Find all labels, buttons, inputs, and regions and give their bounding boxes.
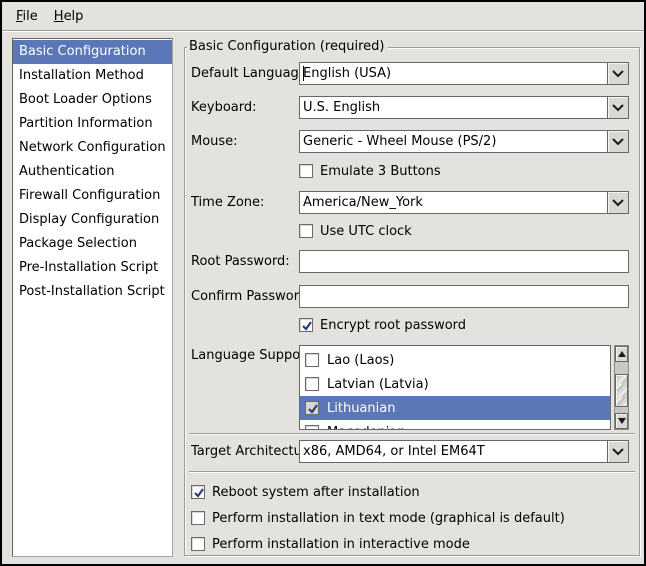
list-item-lithuanian[interactable]: Lithuanian	[300, 396, 610, 420]
menu-help[interactable]: Help	[46, 5, 92, 28]
triangle-up-icon	[618, 351, 626, 357]
time-zone-value: America/New_York	[303, 195, 423, 210]
target-architecture-dropdown-button[interactable]	[607, 440, 629, 463]
keyboard-combobox[interactable]: U.S. English	[299, 96, 629, 119]
check-icon	[301, 320, 313, 332]
encrypt-root-password-checkbox[interactable]: Encrypt root password	[299, 317, 466, 333]
list-item-macedonian[interactable]: Macedonian	[300, 420, 610, 430]
time-zone-combobox[interactable]: America/New_York	[299, 191, 629, 214]
checkbox-unchecked-icon[interactable]	[191, 537, 205, 551]
default-language-label: Default Language:	[191, 66, 311, 81]
checkbox-checked-icon[interactable]	[191, 485, 205, 499]
time-zone-label: Time Zone:	[191, 195, 264, 210]
checkbox-checked-icon[interactable]	[299, 318, 313, 332]
confirm-password-field[interactable]	[299, 285, 629, 308]
reboot-after-installation-label: Reboot system after installation	[212, 485, 420, 500]
time-zone-dropdown-button[interactable]	[607, 191, 629, 214]
chevron-down-icon	[612, 138, 624, 146]
sidebar-item-boot-loader-options[interactable]: Boot Loader Options	[13, 88, 172, 112]
reboot-after-installation-checkbox[interactable]: Reboot system after installation	[191, 484, 420, 500]
chevron-down-icon	[612, 70, 624, 78]
scrollbar-thumb[interactable]	[615, 374, 628, 407]
checkbox-unchecked-icon[interactable]	[299, 164, 313, 178]
keyboard-value: U.S. English	[303, 100, 380, 115]
interactive-mode-checkbox[interactable]: Perform installation in interactive mode	[191, 536, 470, 552]
section-list: Basic Configuration Installation Method …	[12, 38, 173, 557]
emulate-3-buttons-label: Emulate 3 Buttons	[320, 164, 441, 179]
target-architecture-value: x86, AMD64, or Intel EM64T	[303, 444, 485, 459]
checkbox-unchecked-icon[interactable]	[305, 353, 319, 367]
menu-file[interactable]: File	[8, 5, 46, 28]
keyboard-label: Keyboard:	[191, 100, 257, 115]
check-icon	[193, 487, 205, 499]
language-list-scrollbar[interactable]	[614, 345, 629, 430]
sidebar-item-package-selection[interactable]: Package Selection	[13, 232, 172, 256]
sidebar-item-basic-configuration[interactable]: Basic Configuration	[13, 40, 172, 64]
root-password-field[interactable]	[299, 250, 629, 273]
sidebar-item-partition-information[interactable]: Partition Information	[13, 112, 172, 136]
chevron-down-icon	[612, 199, 624, 207]
sidebar-item-post-installation-script[interactable]: Post-Installation Script	[13, 280, 172, 304]
default-language-dropdown-button[interactable]	[607, 62, 629, 85]
sidebar-item-pre-installation-script[interactable]: Pre-Installation Script	[13, 256, 172, 280]
checkbox-unchecked-icon[interactable]	[299, 224, 313, 238]
mouse-combobox[interactable]: Generic - Wheel Mouse (PS/2)	[299, 130, 629, 153]
mouse-entry[interactable]: Generic - Wheel Mouse (PS/2)	[299, 130, 607, 153]
menu-bar: File Help	[2, 2, 644, 31]
sidebar-item-display-configuration[interactable]: Display Configuration	[13, 208, 172, 232]
interactive-mode-label: Perform installation in interactive mode	[212, 537, 470, 552]
triangle-down-icon	[618, 418, 626, 424]
default-language-value: English (USA)	[303, 66, 391, 81]
kickstart-configurator-window: File Help Basic Configuration Installati…	[0, 0, 646, 566]
list-item-latvian[interactable]: Latvian (Latvia)	[300, 372, 610, 396]
scroll-up-button[interactable]	[615, 346, 628, 362]
checkbox-checked-icon[interactable]	[305, 401, 319, 415]
mouse-label: Mouse:	[191, 134, 238, 149]
list-item-lao[interactable]: Lao (Laos)	[300, 348, 610, 372]
keyboard-dropdown-button[interactable]	[607, 96, 629, 119]
checkbox-unchecked-icon[interactable]	[305, 425, 319, 430]
text-mode-label: Perform installation in text mode (graph…	[212, 511, 565, 526]
basic-configuration-panel: Basic Configuration (required) Default L…	[184, 47, 640, 556]
chevron-down-icon	[612, 448, 624, 456]
target-architecture-combobox[interactable]: x86, AMD64, or Intel EM64T	[299, 440, 629, 463]
keyboard-entry[interactable]: U.S. English	[299, 96, 607, 119]
mouse-value: Generic - Wheel Mouse (PS/2)	[303, 134, 496, 149]
sidebar-item-firewall-configuration[interactable]: Firewall Configuration	[13, 184, 172, 208]
root-password-label: Root Password:	[191, 254, 290, 269]
sidebar-item-network-configuration[interactable]: Network Configuration	[13, 136, 172, 160]
language-support-list: Lao (Laos) Latvian (Latvia) Lithuanian M…	[299, 345, 611, 430]
checkbox-unchecked-icon[interactable]	[191, 511, 205, 525]
confirm-password-label: Confirm Password:	[191, 289, 311, 304]
chevron-down-icon	[612, 104, 624, 112]
language-support-label: Language Support:	[191, 348, 315, 363]
text-mode-checkbox[interactable]: Perform installation in text mode (graph…	[191, 510, 565, 526]
use-utc-clock-label: Use UTC clock	[320, 224, 412, 239]
panel-title: Basic Configuration (required)	[187, 39, 388, 54]
default-language-combobox[interactable]: English (USA)	[299, 62, 629, 85]
checkbox-unchecked-icon[interactable]	[305, 377, 319, 391]
mouse-dropdown-button[interactable]	[607, 130, 629, 153]
sidebar-item-authentication[interactable]: Authentication	[13, 160, 172, 184]
separator	[189, 433, 635, 435]
scroll-down-button[interactable]	[615, 413, 628, 429]
default-language-entry[interactable]: English (USA)	[299, 62, 607, 85]
emulate-3-buttons-checkbox[interactable]: Emulate 3 Buttons	[299, 163, 441, 179]
target-architecture-entry[interactable]: x86, AMD64, or Intel EM64T	[299, 440, 607, 463]
encrypt-root-password-label: Encrypt root password	[320, 318, 466, 333]
check-icon	[307, 403, 319, 415]
time-zone-entry[interactable]: America/New_York	[299, 191, 607, 214]
sidebar-item-installation-method[interactable]: Installation Method	[13, 64, 172, 88]
separator	[189, 471, 635, 473]
use-utc-clock-checkbox[interactable]: Use UTC clock	[299, 223, 412, 239]
